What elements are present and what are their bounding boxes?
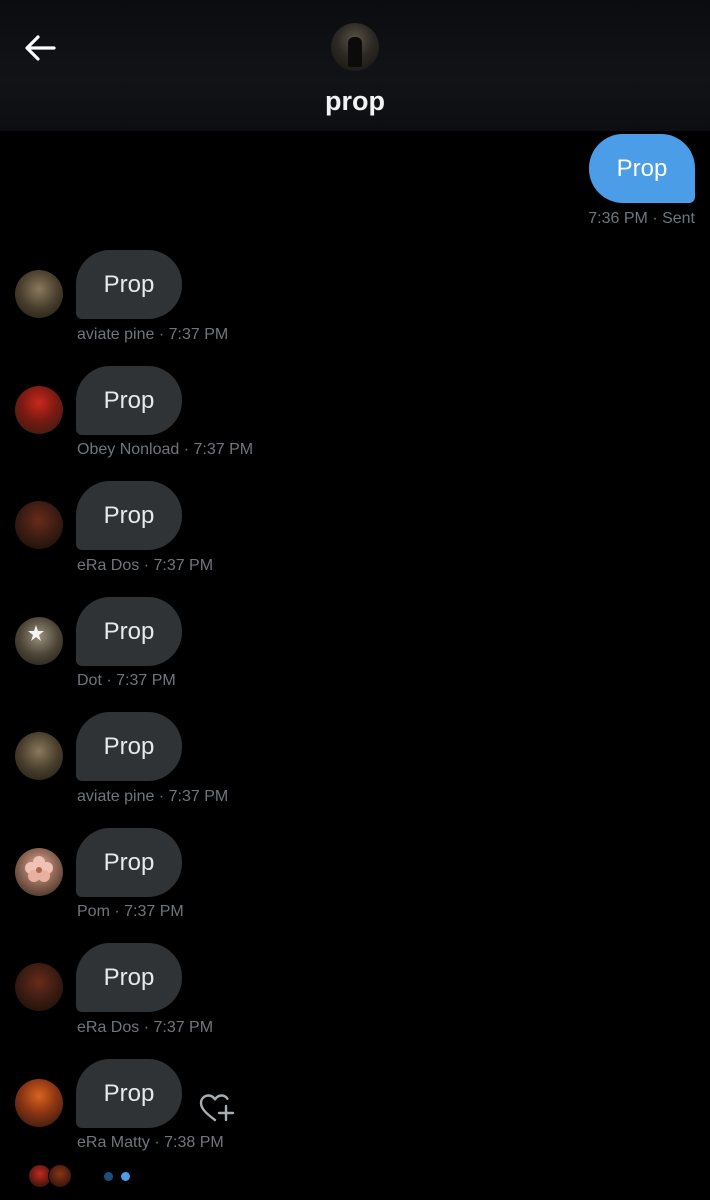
avatar-figure [348,37,362,67]
message-bubble[interactable]: Prop [76,481,182,550]
message-bubble[interactable]: Prop [76,366,182,435]
message-bubble[interactable]: Prop [76,712,182,781]
avatar[interactable] [15,386,63,434]
message-meta: Dot · 7:37 PM [77,672,176,689]
message-meta: aviate pine · 7:37 PM [77,788,229,805]
avatar[interactable] [15,848,63,896]
message-meta: eRa Dos · 7:37 PM [77,1019,214,1036]
conversation-header: prop [0,0,710,131]
avatar[interactable] [15,501,63,549]
flower-icon [25,856,53,882]
typing-indicator-dot [121,1172,130,1181]
message-bubble[interactable]: Prop [76,943,182,1012]
conversation-title[interactable]: prop [0,86,710,117]
message-meta: aviate pine · 7:37 PM [77,326,229,343]
sent-message-meta: 7:36 PM · Sent [588,210,695,227]
seen-avatar [48,1164,72,1188]
typing-indicator-dot [104,1172,113,1181]
message-meta: eRa Matty · 7:38 PM [77,1134,224,1151]
avatar[interactable] [15,1079,63,1127]
message-bubble[interactable]: Prop [76,828,182,897]
avatar[interactable] [15,963,63,1011]
star-icon [28,625,44,641]
message-meta: Obey Nonload · 7:37 PM [77,441,254,458]
arrow-left-icon [25,35,56,61]
avatar[interactable] [15,270,63,318]
add-reaction-button[interactable] [197,1090,235,1126]
message-bubble[interactable]: Prop [76,250,182,319]
message-bubble[interactable]: Prop [76,597,182,666]
group-avatar[interactable] [331,23,379,71]
message-bubble[interactable]: Prop [76,1059,182,1128]
message-meta: Pom · 7:37 PM [77,903,184,920]
avatar[interactable] [15,617,63,665]
sent-message-bubble[interactable]: Prop [589,134,695,203]
heart-plus-icon [199,1094,235,1122]
back-button[interactable] [18,28,62,68]
avatar[interactable] [15,732,63,780]
message-meta: eRa Dos · 7:37 PM [77,557,214,574]
